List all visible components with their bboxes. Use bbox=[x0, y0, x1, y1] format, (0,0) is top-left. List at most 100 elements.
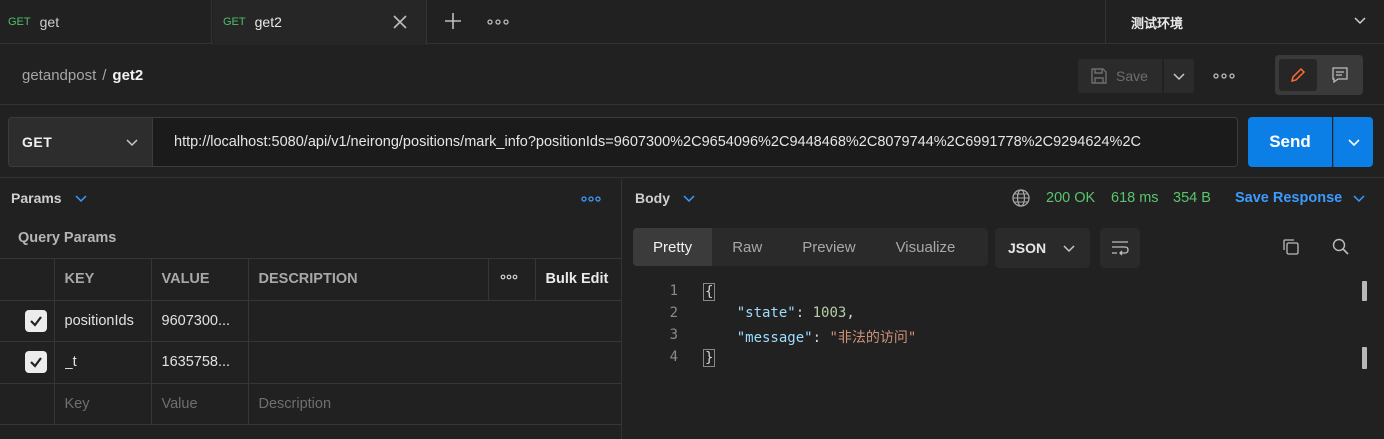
code-line: { bbox=[703, 283, 716, 301]
save-icon bbox=[1091, 68, 1107, 84]
row-checkbox-cell bbox=[0, 299, 55, 342]
pencil-icon bbox=[1290, 67, 1306, 83]
tab-visualize[interactable]: Visualize bbox=[876, 228, 976, 266]
param-value-cell[interactable]: 1635758... bbox=[150, 341, 249, 384]
row-checkbox[interactable] bbox=[25, 351, 47, 374]
code-line: "state": 1003, bbox=[736, 305, 855, 321]
param-key: _t bbox=[64, 354, 77, 371]
line-number: 2 bbox=[669, 305, 678, 321]
environment-selector[interactable]: 测试环境 bbox=[1105, 0, 1384, 44]
brace-close: } bbox=[703, 349, 716, 367]
breadcrumb-request[interactable]: get2 bbox=[112, 67, 143, 84]
save-response-button[interactable]: Save Response bbox=[1235, 190, 1366, 206]
request-header: getandpost / get2 Save bbox=[0, 45, 1384, 105]
description-column-header: DESCRIPTION bbox=[247, 258, 489, 301]
chevron-down-icon bbox=[1173, 73, 1185, 81]
param-value-cell[interactable]: 9607300... bbox=[150, 299, 249, 342]
chevron-down-icon bbox=[1353, 195, 1365, 203]
response-body-tab[interactable]: Body bbox=[635, 190, 696, 206]
save-response-label: Save Response bbox=[1235, 190, 1343, 206]
scrollbar-marker[interactable] bbox=[1362, 347, 1367, 369]
scrollbar-marker[interactable] bbox=[1362, 281, 1367, 301]
table-row: positionIds 9607300... bbox=[0, 299, 622, 342]
check-icon bbox=[30, 357, 42, 368]
value-column-header: VALUE bbox=[150, 258, 249, 301]
more-icon[interactable] bbox=[580, 191, 602, 207]
param-value: 9607300... bbox=[161, 312, 231, 329]
breadcrumb-collection[interactable]: getandpost bbox=[22, 67, 96, 84]
param-key-cell[interactable]: positionIds bbox=[53, 299, 152, 342]
bulk-edit-label: Bulk Edit bbox=[545, 271, 609, 288]
tab-pretty[interactable]: Pretty bbox=[633, 228, 713, 266]
tab-method-label: GET bbox=[223, 16, 246, 28]
tab-preview[interactable]: Preview bbox=[782, 228, 875, 266]
response-size[interactable]: 354 B bbox=[1173, 190, 1211, 206]
request-tab-get2[interactable]: GET get2 bbox=[213, 0, 427, 45]
brace-open: { bbox=[703, 283, 716, 301]
plus-icon[interactable] bbox=[440, 8, 466, 34]
code-line: "message": "非法的访问" bbox=[736, 330, 917, 346]
save-button-label: Save bbox=[1116, 68, 1148, 84]
row-checkbox-cell bbox=[0, 341, 55, 384]
json-key: "state" bbox=[736, 305, 796, 321]
param-description-cell[interactable] bbox=[247, 341, 622, 384]
column-options[interactable] bbox=[487, 258, 536, 301]
search-icon[interactable] bbox=[1331, 237, 1351, 257]
send-button[interactable]: Send bbox=[1248, 117, 1332, 167]
code-line: } bbox=[703, 349, 716, 367]
json-string: "非法的访问" bbox=[829, 330, 917, 346]
tab-method-label: GET bbox=[8, 16, 31, 28]
status-code[interactable]: 200 OK bbox=[1046, 190, 1095, 206]
chevron-down-icon bbox=[1347, 139, 1360, 147]
view-mode-toggle bbox=[1275, 55, 1363, 95]
response-panel: Body 200 OK 618 ms 354 B Save Response P… bbox=[623, 179, 1384, 439]
new-key-input[interactable]: Key bbox=[53, 382, 152, 425]
params-tab-label: Params bbox=[11, 190, 62, 206]
chevron-down-icon bbox=[75, 195, 87, 203]
url-input[interactable]: http://localhost:5080/api/v1/neirong/pos… bbox=[153, 117, 1238, 167]
query-params-title: Query Params bbox=[18, 230, 117, 246]
line-number: 3 bbox=[669, 327, 678, 343]
edit-mode-button[interactable] bbox=[1279, 59, 1317, 91]
value-placeholder: Value bbox=[161, 395, 198, 412]
query-params-table: KEY VALUE DESCRIPTION Bulk Edit position… bbox=[0, 258, 622, 425]
copy-icon[interactable] bbox=[1281, 237, 1301, 257]
documentation-mode-button[interactable] bbox=[1321, 59, 1359, 91]
more-icon bbox=[500, 274, 517, 280]
tab-raw[interactable]: Raw bbox=[712, 228, 782, 266]
table-row: _t 1635758... bbox=[0, 341, 622, 384]
key-column-header: KEY bbox=[53, 258, 152, 301]
params-tab[interactable]: Params bbox=[11, 190, 88, 206]
new-value-input[interactable]: Value bbox=[150, 382, 249, 425]
method-select[interactable]: GET bbox=[8, 117, 153, 167]
save-button[interactable]: Save bbox=[1078, 59, 1162, 93]
save-dropdown-button[interactable] bbox=[1164, 59, 1194, 93]
environment-label: 测试环境 bbox=[1131, 15, 1184, 31]
more-icon[interactable] bbox=[486, 12, 510, 32]
param-key-cell[interactable]: _t bbox=[53, 341, 152, 384]
send-dropdown-button[interactable] bbox=[1333, 117, 1373, 167]
body-tab-label: Body bbox=[635, 190, 670, 206]
chevron-down-icon bbox=[683, 195, 695, 203]
response-view-tabs: Pretty Raw Preview Visualize bbox=[633, 228, 988, 266]
bulk-edit-button[interactable]: Bulk Edit bbox=[534, 258, 622, 301]
url-bar: GET http://localhost:5080/api/v1/neirong… bbox=[0, 106, 1384, 178]
breadcrumb: getandpost / get2 bbox=[22, 67, 143, 84]
comment-icon bbox=[1332, 67, 1348, 84]
url-text: http://localhost:5080/api/v1/neirong/pos… bbox=[174, 134, 1141, 150]
request-tab-get[interactable]: GET get bbox=[0, 0, 212, 44]
chevron-down-icon bbox=[1063, 245, 1075, 253]
close-icon[interactable] bbox=[390, 12, 410, 32]
row-checkbox[interactable] bbox=[25, 309, 47, 332]
new-description-input[interactable]: Description bbox=[247, 382, 622, 425]
param-description-cell[interactable] bbox=[247, 299, 622, 342]
format-select[interactable]: JSON bbox=[995, 228, 1090, 268]
wrap-lines-button[interactable] bbox=[1100, 228, 1140, 268]
json-key: "message" bbox=[736, 330, 813, 346]
method-label: GET bbox=[22, 134, 53, 150]
wrap-icon bbox=[1112, 241, 1129, 256]
more-icon[interactable] bbox=[1211, 67, 1237, 85]
response-time[interactable]: 618 ms bbox=[1111, 190, 1159, 206]
row-checkbox-cell bbox=[0, 382, 55, 425]
globe-icon[interactable] bbox=[1011, 188, 1031, 208]
